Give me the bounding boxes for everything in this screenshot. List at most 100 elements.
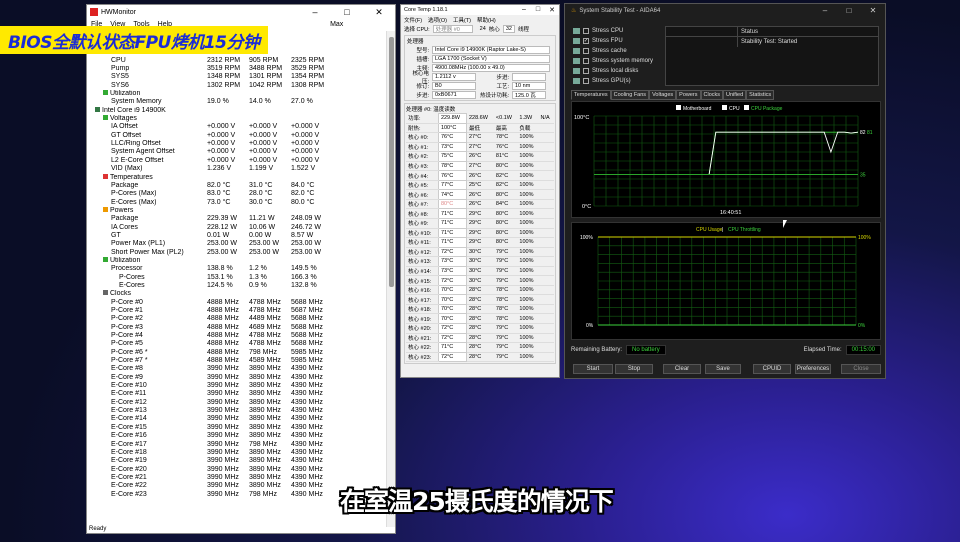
sensor-row[interactable]: E-Core #18 3990 MHz 3890 MHz 4390 MHz [87,448,387,456]
sensor-row[interactable]: SYS5 1348 RPM 1301 RPM 1354 RPM [87,73,387,81]
sensor-value: 253.00 W [249,248,279,256]
menu-help[interactable]: 帮助(H) [477,16,496,24]
sensor-row[interactable]: P-Core #0 4888 MHz 4788 MHz 5688 MHz [87,298,387,306]
sensor-row[interactable]: P-Core #4 4888 MHz 4788 MHz 5688 MHz [87,331,387,339]
stress-checkbox[interactable] [583,48,589,54]
sensor-row[interactable]: Temperatures [87,173,387,181]
vertical-scrollbar[interactable] [386,31,395,527]
sensor-row[interactable]: E-Core #9 3990 MHz 3890 MHz 4390 MHz [87,373,387,381]
sensor-row[interactable]: P-Cores (Max) 83.0 °C 28.0 °C 82.0 °C [87,190,387,198]
sensor-row[interactable]: Package 82.0 °C 31.0 °C 84.0 °C [87,181,387,189]
sensor-row[interactable]: Package 229.39 W 11.21 W 248.09 W [87,215,387,223]
sensor-row[interactable]: Utilization [87,89,387,97]
sensor-row[interactable]: E-Core #10 3990 MHz 3890 MHz 4390 MHz [87,381,387,389]
stress-option[interactable]: Stress system memory [573,56,665,66]
tab-cooling-fans[interactable]: Cooling Fans [610,90,650,100]
tab-temperatures[interactable]: Temperatures [571,90,611,100]
sensor-row[interactable]: System Memory 19.0 % 14.0 % 27.0 % [87,98,387,106]
close-icon[interactable]: ✕ [545,6,559,14]
sensor-row[interactable]: P-Core #1 4888 MHz 4788 MHz 5687 MHz [87,306,387,314]
sensor-row[interactable]: E-Cores (Max) 73.0 °C 30.0 °C 80.0 °C [87,198,387,206]
sensor-row[interactable]: CPU 2312 RPM 905 RPM 2325 RPM [87,56,387,64]
sensor-row[interactable]: E-Core #16 3990 MHz 3890 MHz 4390 MHz [87,432,387,440]
sensor-row[interactable]: GT 0.01 W 0.00 W 8.57 W [87,231,387,239]
maximize-icon[interactable]: □ [531,6,545,14]
legend-checkbox[interactable] [744,105,749,110]
sensor-row[interactable]: GT Offset +0.000 V +0.000 V +0.000 V [87,131,387,139]
sensor-row[interactable]: P-Core #3 4888 MHz 4689 MHz 5688 MHz [87,323,387,331]
stress-option[interactable]: Stress local disks [573,66,665,76]
sensor-row[interactable]: IA Offset +0.000 V +0.000 V +0.000 V [87,123,387,131]
sensor-row[interactable]: Voltages [87,114,387,122]
tab-statistics[interactable]: Statistics [746,90,775,100]
legend-checkbox[interactable] [676,105,681,110]
sensor-row[interactable]: Power Max (PL1) 253.00 W 253.00 W 253.00 W [87,240,387,248]
sensor-row[interactable]: E-Core #19 3990 MHz 3890 MHz 4390 MHz [87,457,387,465]
sensor-row[interactable]: E-Core #20 3990 MHz 3890 MHz 4390 MHz [87,465,387,473]
sensor-row[interactable]: Pump 3519 RPM 3488 RPM 3529 RPM [87,64,387,72]
start-button[interactable]: Start [573,364,613,374]
sensor-row[interactable]: Powers [87,206,387,214]
save-button[interactable]: Save [705,364,741,374]
stress-option[interactable]: Stress GPU(s) [573,76,665,86]
sensor-row[interactable]: Short Power Max (PL2) 253.00 W 253.00 W 253… [87,248,387,256]
stress-checkbox[interactable] [583,58,589,64]
menu-options[interactable]: 选项(O) [428,16,447,24]
close-icon[interactable]: ✕ [861,6,885,15]
stress-checkbox[interactable] [583,78,589,84]
clear-button[interactable]: Clear [663,364,701,374]
sensor-row[interactable]: P-Core #2 4888 MHz 4489 MHz 5688 MHz [87,315,387,323]
stress-checkbox[interactable] [583,68,589,74]
sensor-row[interactable]: LLC/Ring Offset +0.000 V +0.000 V +0.000 V [87,139,387,147]
menu-tools[interactable]: 工具(T) [453,16,471,24]
close-icon[interactable]: ✕ [363,7,395,18]
sensor-row[interactable]: P-Core #7 * 4888 MHz 4589 MHz 5985 MHz [87,356,387,364]
scrollbar-thumb[interactable] [389,37,394,287]
minimize-icon[interactable]: – [517,6,531,14]
sensor-value: 253.00 W [291,248,321,256]
sensor-row[interactable]: System Agent Offset +0.000 V +0.000 V +0.00… [87,148,387,156]
sensor-row[interactable]: IA Cores 228.12 W 10.06 W 246.72 W [87,223,387,231]
stress-option[interactable]: Stress cache [573,46,665,56]
sensor-row[interactable]: VID (Max) 1.236 V 1.199 V 1.522 V [87,165,387,173]
stop-button[interactable]: Stop [615,364,653,374]
minimize-icon[interactable]: – [813,6,837,15]
sensor-row[interactable]: P-Core #5 4888 MHz 4788 MHz 5688 MHz [87,340,387,348]
sensor-tree[interactable]: VoltagesTemperaturesFansCPU2312 RPM905 R… [87,31,387,527]
sensor-row[interactable]: Utilization [87,256,387,264]
close-button[interactable]: Close [841,364,881,374]
sensor-row[interactable]: E-Cores 124.5 % 0.9 % 132.8 % [87,281,387,289]
tab-unified[interactable]: Unified [723,90,747,100]
stress-option[interactable]: Stress CPU [573,26,665,36]
sensor-row[interactable]: P-Cores 153.1 % 1.3 % 166.3 % [87,273,387,281]
maximize-icon[interactable]: □ [837,6,861,15]
tab-powers[interactable]: Powers [676,90,701,100]
sensor-row[interactable]: E-Core #12 3990 MHz 3890 MHz 4390 MHz [87,398,387,406]
sensor-row[interactable]: Clocks [87,290,387,298]
sensor-row[interactable]: E-Core #8 3990 MHz 3890 MHz 4390 MHz [87,365,387,373]
sensor-row[interactable]: Intel Core i9 14900K [87,106,387,114]
stress-option[interactable]: ✓ Stress FPU [573,36,665,46]
column-header-max[interactable]: Max [330,21,343,28]
stress-checkbox[interactable] [583,28,589,34]
tab-voltages[interactable]: Voltages [649,90,677,100]
sensor-row[interactable]: Processor 138.8 % 1.2 % 149.5 % [87,265,387,273]
tab-clocks[interactable]: Clocks [700,90,724,100]
sensor-row[interactable]: L2 E-Core Offset +0.000 V +0.000 V +0.000 V [87,156,387,164]
sensor-row[interactable]: E-Core #15 3990 MHz 3890 MHz 4390 MHz [87,423,387,431]
legend-checkbox[interactable] [722,105,727,110]
menu-file[interactable]: 文件(F) [404,16,422,24]
sensor-row[interactable]: SYS6 1302 RPM 1042 RPM 1308 RPM [87,81,387,89]
sensor-row[interactable]: E-Core #14 3990 MHz 3890 MHz 4390 MHz [87,415,387,423]
sensor-row[interactable]: E-Core #21 3990 MHz 3890 MHz 4390 MHz [87,473,387,481]
minimize-icon[interactable]: – [299,7,331,18]
sensor-row[interactable]: E-Core #11 3990 MHz 3890 MHz 4390 MHz [87,390,387,398]
preferences-button[interactable]: Preferences [795,364,831,374]
sensor-row[interactable]: P-Core #6 * 4888 MHz 798 MHz 5985 MHz [87,348,387,356]
cpu-select[interactable]: 处理器 #0 [432,24,473,33]
stress-checkbox[interactable]: ✓ [583,38,589,44]
maximize-icon[interactable]: □ [331,7,363,18]
sensor-row[interactable]: E-Core #17 3990 MHz 798 MHz 4390 MHz [87,440,387,448]
cpuid-button[interactable]: CPUID [753,364,791,374]
sensor-row[interactable]: E-Core #13 3990 MHz 3890 MHz 4390 MHz [87,406,387,414]
